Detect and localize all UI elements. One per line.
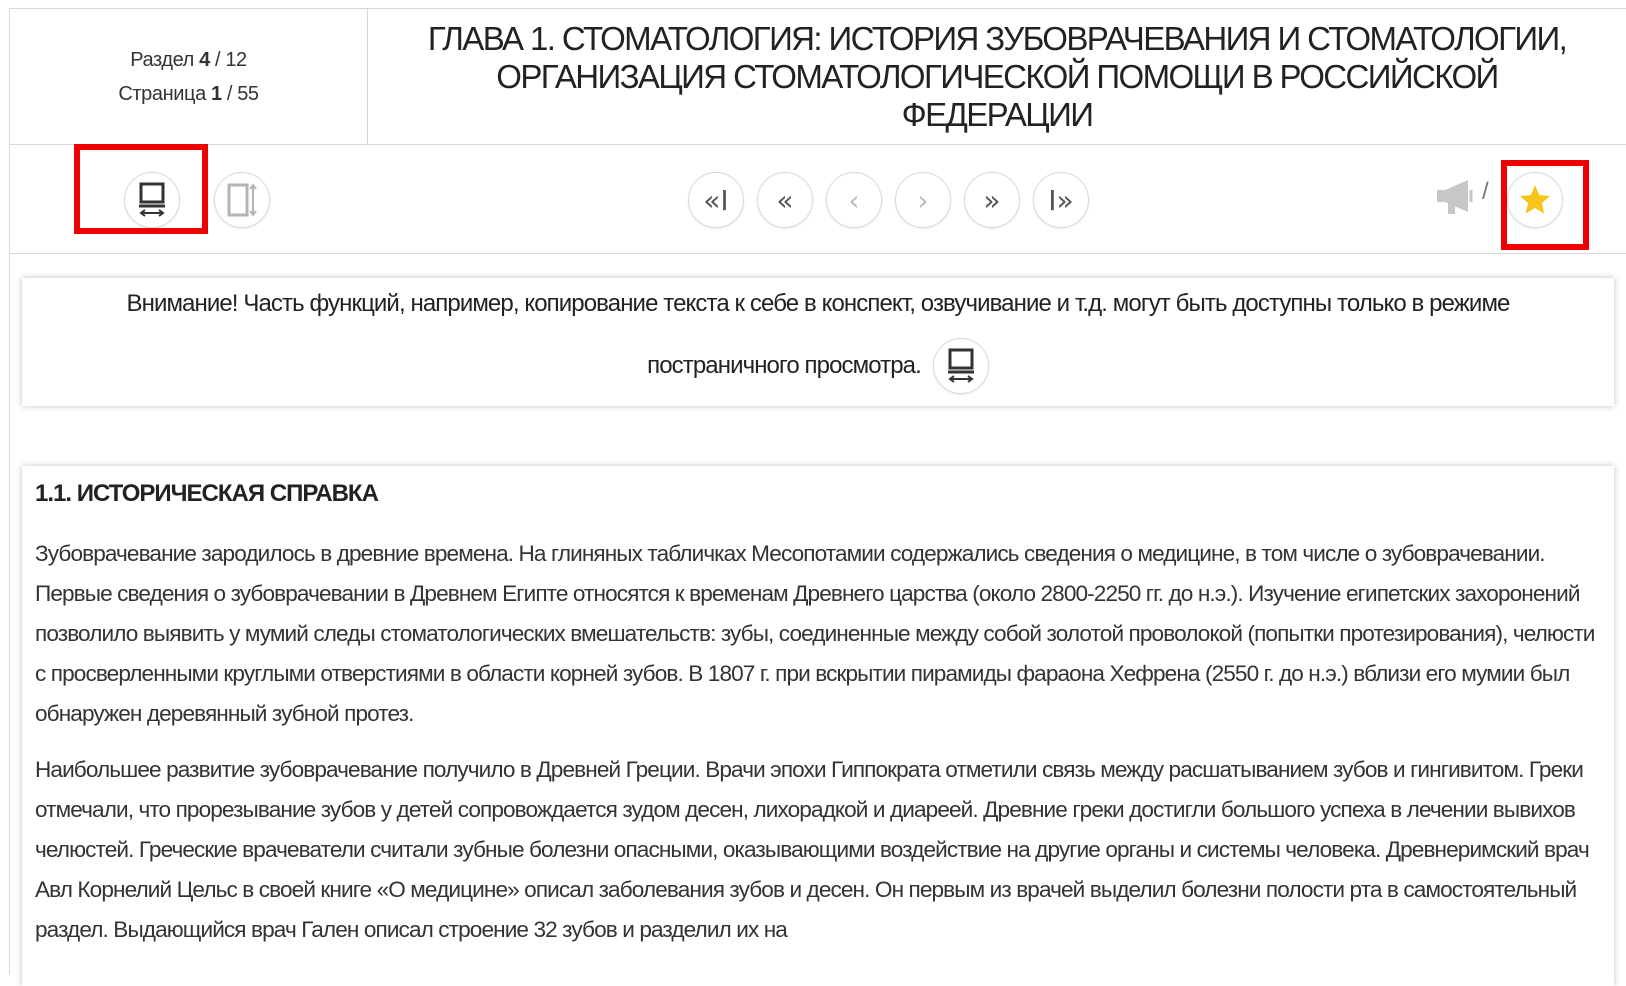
position-counter: Раздел 4 / 12 Страница 1 / 55 [10, 9, 368, 145]
page-view-icon [947, 348, 974, 383]
toolbar-separator: / [1482, 178, 1489, 205]
prev-page-icon: ‹ [848, 183, 860, 217]
last-section-icon: I» [1048, 183, 1074, 217]
prev-section-button[interactable]: « [757, 172, 813, 228]
page-label: Страница [118, 83, 206, 105]
page-counter: Страница 1 / 55 [118, 77, 259, 111]
section-current: 4 [199, 49, 210, 71]
notice-text-line2: постраничного просмотра. [647, 352, 922, 379]
bookmark-highlight [1501, 160, 1589, 250]
notice-page-view-button[interactable] [932, 338, 989, 394]
notice-text-line1: Внимание! Часть функций, например, копир… [126, 290, 1510, 317]
next-section-button[interactable]: » [964, 172, 1020, 228]
notice-text-line2-row: постраничного просмотра. [22, 338, 1614, 394]
next-page-button[interactable]: › [895, 172, 951, 228]
section-total: / 12 [215, 49, 247, 71]
section-title: 1.1. ИСТОРИЧЕСКАЯ СПРАВКА [35, 480, 379, 507]
section-label: Раздел [130, 49, 194, 71]
page-view-highlight [74, 144, 208, 234]
paragraph: Наибольшее развитие зубоврачевание получ… [35, 757, 1590, 942]
first-section-icon: «I [703, 183, 729, 217]
content-panel: 1.1. ИСТОРИЧЕСКАЯ СПРАВКА Зубоврачевание… [22, 466, 1614, 986]
scroll-view-icon [227, 183, 257, 217]
prev-page-button[interactable]: ‹ [826, 172, 882, 228]
first-section-button[interactable]: «I [688, 172, 744, 228]
megaphone-icon [1437, 180, 1473, 214]
speaker-button[interactable] [1434, 176, 1476, 223]
page-current: 1 [210, 83, 222, 105]
last-section-button[interactable]: I» [1033, 172, 1089, 228]
page-total: / 55 [226, 83, 259, 105]
next-page-icon: › [917, 183, 929, 217]
notice-banner: Внимание! Часть функций, например, копир… [22, 278, 1614, 406]
reader-header: Раздел 4 / 12 Страница 1 / 55 Глава 1. С… [10, 9, 1626, 145]
section-counter: Раздел 4 / 12 [130, 43, 247, 77]
scroll-view-button[interactable] [214, 172, 270, 228]
prev-section-icon: « [776, 183, 794, 217]
next-section-icon: » [983, 183, 1001, 217]
chapter-title: Глава 1. СТОМАТОЛОГИЯ: ИСТОРИЯ ЗУБОВРАЧЕ… [427, 20, 1568, 133]
paragraph: Зубоврачевание зародилось в древние врем… [35, 541, 1595, 726]
